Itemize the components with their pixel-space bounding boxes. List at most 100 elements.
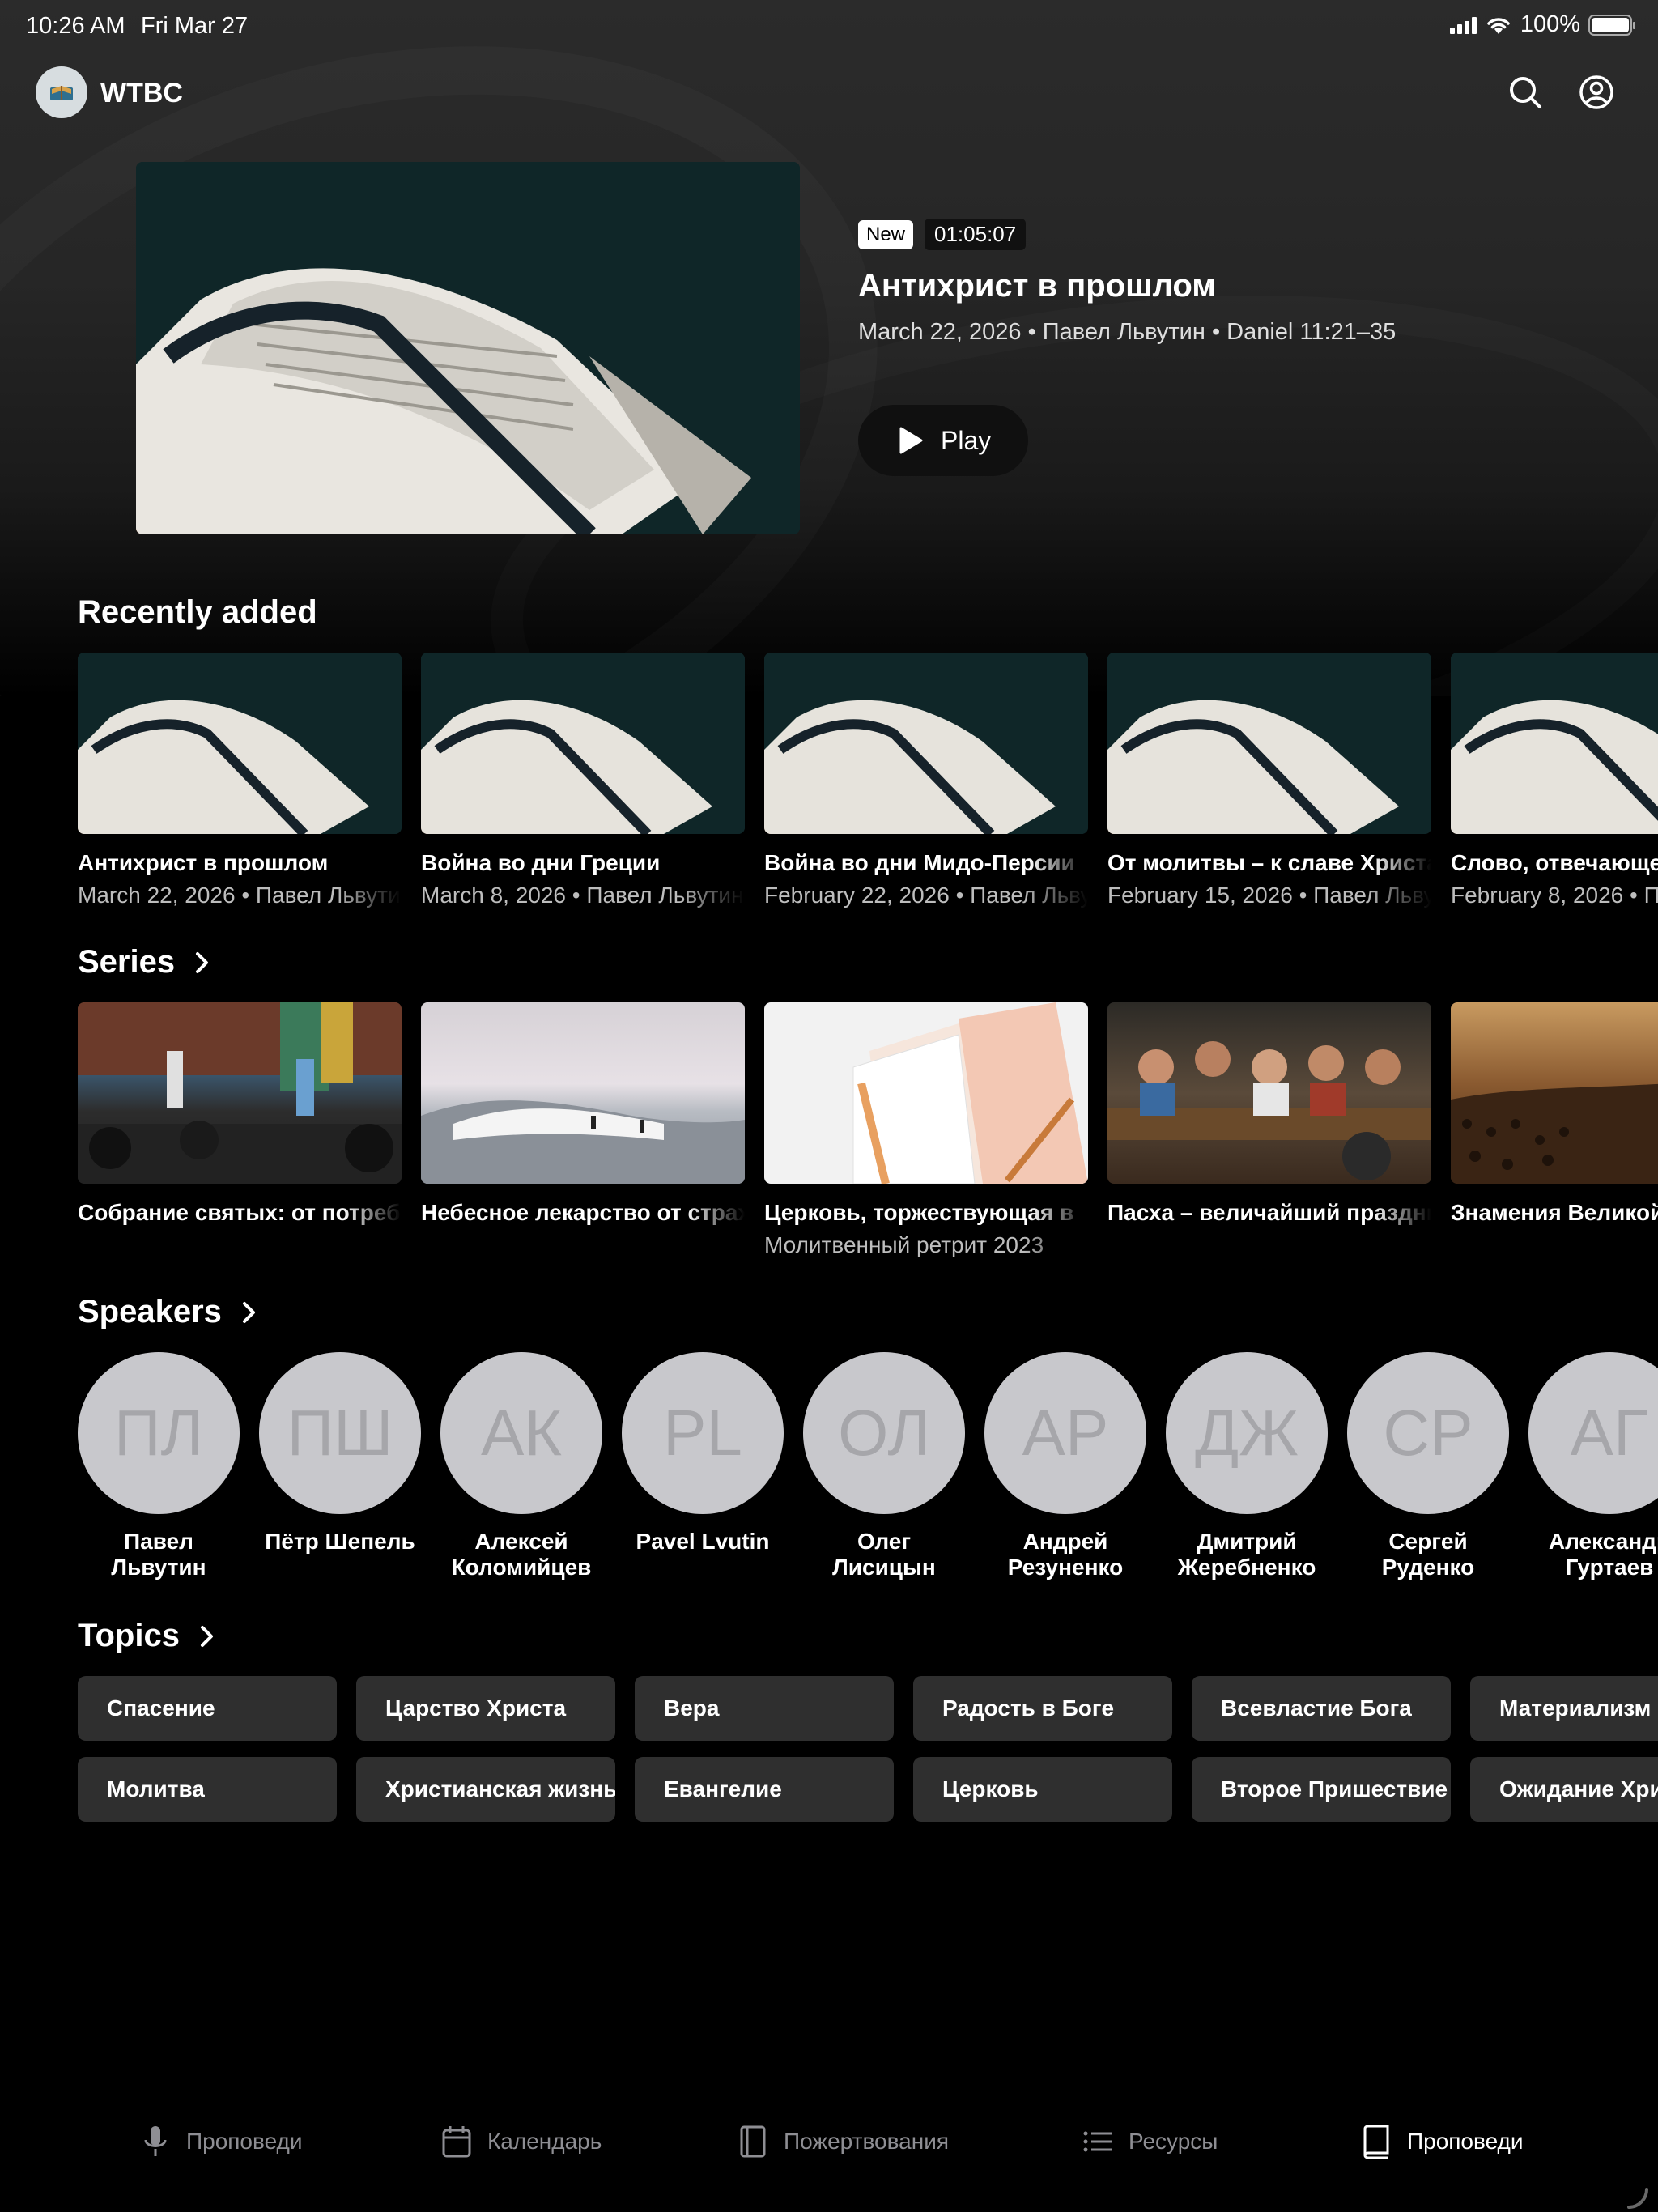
sermon-thumbnail [78,653,402,834]
topic-chip[interactable]: Христианская жизнь [356,1757,615,1822]
hero-artwork[interactable] [136,162,800,534]
cellular-signal-icon [1449,16,1477,34]
speaker-item[interactable]: ДЖ Дмитрий Жеребненко [1166,1352,1328,1580]
chevron-right-icon [200,1625,213,1647]
topic-chip[interactable]: Евангелие [635,1757,894,1822]
topics-grid: Спасение Царство Христа Вера Радость в Б… [78,1676,1658,1830]
app-header: WTBC [0,65,1658,121]
speaker-item[interactable]: ОЛ Олег Лисицын [803,1352,965,1580]
sermon-thumbnail [421,653,745,834]
series-thumbnail [1451,1002,1658,1184]
speaker-name: Пётр Шепель [265,1529,415,1554]
speaker-item[interactable]: PL Pavel Lvutin [622,1352,784,1555]
series-title: Собрание святых: от потребителей [78,1200,402,1225]
hero-info: New 01:05:07 Антихрист в прошлом March 2… [858,219,1587,346]
tab-calendar[interactable]: Календарь [440,2105,602,2178]
speaker-item[interactable]: АР Андрей Резуненко [984,1352,1146,1580]
resize-corner-icon [1627,2188,1648,2209]
tab-donations[interactable]: Пожертвования [737,2105,949,2178]
series-subtitle: Молитвенный ретрит 2023 [764,1232,1044,1257]
avatar: АК [440,1352,602,1514]
tab-bar: Проповеди Календарь Пожертвования Ресурс… [0,2105,1658,2178]
list-icon [1083,2131,1112,2152]
section-speakers[interactable]: Speakers [78,1294,257,1330]
speaker-name: Алексей Коломийцев [451,1529,592,1580]
topic-chip[interactable]: Церковь [913,1757,1172,1822]
series-card[interactable]: Небесное лекарство от страха [421,1002,745,1226]
speaker-name: Александр Гуртаев [1548,1529,1658,1580]
status-bar: 10:26 AM Fri Mar 27 100% [0,0,1658,52]
series-title: Знамения Великой [1451,1200,1658,1225]
sermon-title: Война во дни Мидо-Персии [764,850,1075,875]
avatar: ПЛ [78,1352,240,1514]
battery-percent: 100% [1520,11,1580,37]
tab-label: Ресурсы [1129,2129,1218,2154]
sermon-subtitle: February 8, 2026 • Павел Львутин [1451,883,1658,908]
section-title: Topics [78,1618,180,1653]
sermon-card[interactable]: Война во дни Греции March 8, 2026 • Паве… [421,653,745,908]
series-card[interactable]: Знамения Великой [1451,1002,1658,1226]
topic-chip[interactable]: Вера [635,1676,894,1741]
section-title: Series [78,944,176,980]
sermon-title: Антихрист в прошлом [78,850,329,875]
speaker-item[interactable]: АГ Александр Гуртаев [1528,1352,1658,1580]
sermon-card[interactable]: От молитвы – к славе Христа February 15,… [1107,653,1431,908]
speaker-item[interactable]: АК Алексей Коломийцев [440,1352,602,1580]
sermon-title: От молитвы – к славе Христа [1107,850,1431,875]
microphone-icon [144,2126,167,2156]
topic-chip[interactable]: Радость в Боге [913,1676,1172,1741]
app-logo-icon[interactable] [36,66,87,118]
hero-meta: March 22, 2026 • Павел Львутин • Daniel … [858,319,1397,345]
speaker-name: Павел Львутин [111,1529,206,1580]
series-row: Собрание святых: от потребителей Небесно… [78,1002,1658,1270]
topic-chip[interactable]: Царство Христа [356,1676,615,1741]
sermon-subtitle: March 8, 2026 • Павел Львутин [421,883,744,908]
sermon-thumbnail [1107,653,1431,834]
chevron-right-icon [196,951,209,973]
section-series[interactable]: Series [78,944,210,981]
speaker-item[interactable]: ПШ Пётр Шепель [259,1352,421,1555]
tab-label: Пожертвования [784,2129,949,2154]
topic-chip[interactable]: Второе Пришествие [1192,1757,1451,1822]
status-date: Fri Mar 27 [141,13,249,39]
sermon-card[interactable]: Война во дни Мидо-Персии February 22, 20… [764,653,1088,908]
series-title: Пасха – величайший праздник [1107,1200,1431,1225]
section-title: Recently added [78,594,317,630]
tab-resources[interactable]: Ресурсы [1082,2105,1218,2178]
new-badge: New [858,219,914,249]
series-title: Небесное лекарство от страха [421,1200,745,1225]
series-card[interactable]: Собрание святых: от потребителей [78,1002,402,1226]
chevron-right-icon [242,1301,255,1323]
topic-chip[interactable]: Ожидание Христа [1470,1757,1658,1822]
series-card[interactable]: Пасха – величайший праздник [1107,1002,1431,1226]
sermon-card[interactable]: Слово, отвечающее February 8, 2026 • Пав… [1451,653,1658,908]
avatar: АГ [1528,1352,1658,1514]
book-icon [1363,2125,1389,2159]
topic-chip[interactable]: Молитва [78,1757,337,1822]
search-icon[interactable] [1506,73,1545,112]
sermon-title: Слово, отвечающее [1451,850,1658,875]
tab-sermons-active[interactable]: Проповеди [1360,2105,1524,2178]
wifi-icon [1487,17,1510,34]
series-thumbnail [764,1002,1088,1184]
sermon-card[interactable]: Антихрист в прошлом March 22, 2026 • Пав… [78,653,402,908]
speaker-item[interactable]: ПЛ Павел Львутин [78,1352,240,1580]
topic-chip[interactable]: Всевластие Бога [1192,1676,1451,1741]
tab-sermons[interactable]: Проповеди [139,2105,303,2178]
sermon-subtitle: March 22, 2026 • Павел Львутин [78,883,402,908]
series-card[interactable]: Церковь, торжествующая в Молитвенный рет… [764,1002,1088,1258]
speaker-item[interactable]: СР Сергей Руденко [1347,1352,1509,1580]
series-thumbnail [78,1002,402,1184]
sermon-subtitle: February 22, 2026 • Павел Львутин [764,883,1088,908]
account-icon[interactable] [1577,73,1616,112]
topic-chip[interactable]: Материализм [1470,1676,1658,1741]
play-button[interactable]: Play [858,405,1028,476]
speakers-row: ПЛ Павел Львутин ПШ Пётр Шепель АК Алекс… [78,1352,1658,1595]
avatar: PL [622,1352,784,1514]
duration-badge: 01:05:07 [925,219,1027,250]
series-thumbnail [421,1002,745,1184]
topic-chip[interactable]: Спасение [78,1676,337,1741]
section-topics[interactable]: Topics [78,1618,215,1654]
play-icon [899,427,923,454]
series-title: Церковь, торжествующая в [764,1200,1074,1225]
